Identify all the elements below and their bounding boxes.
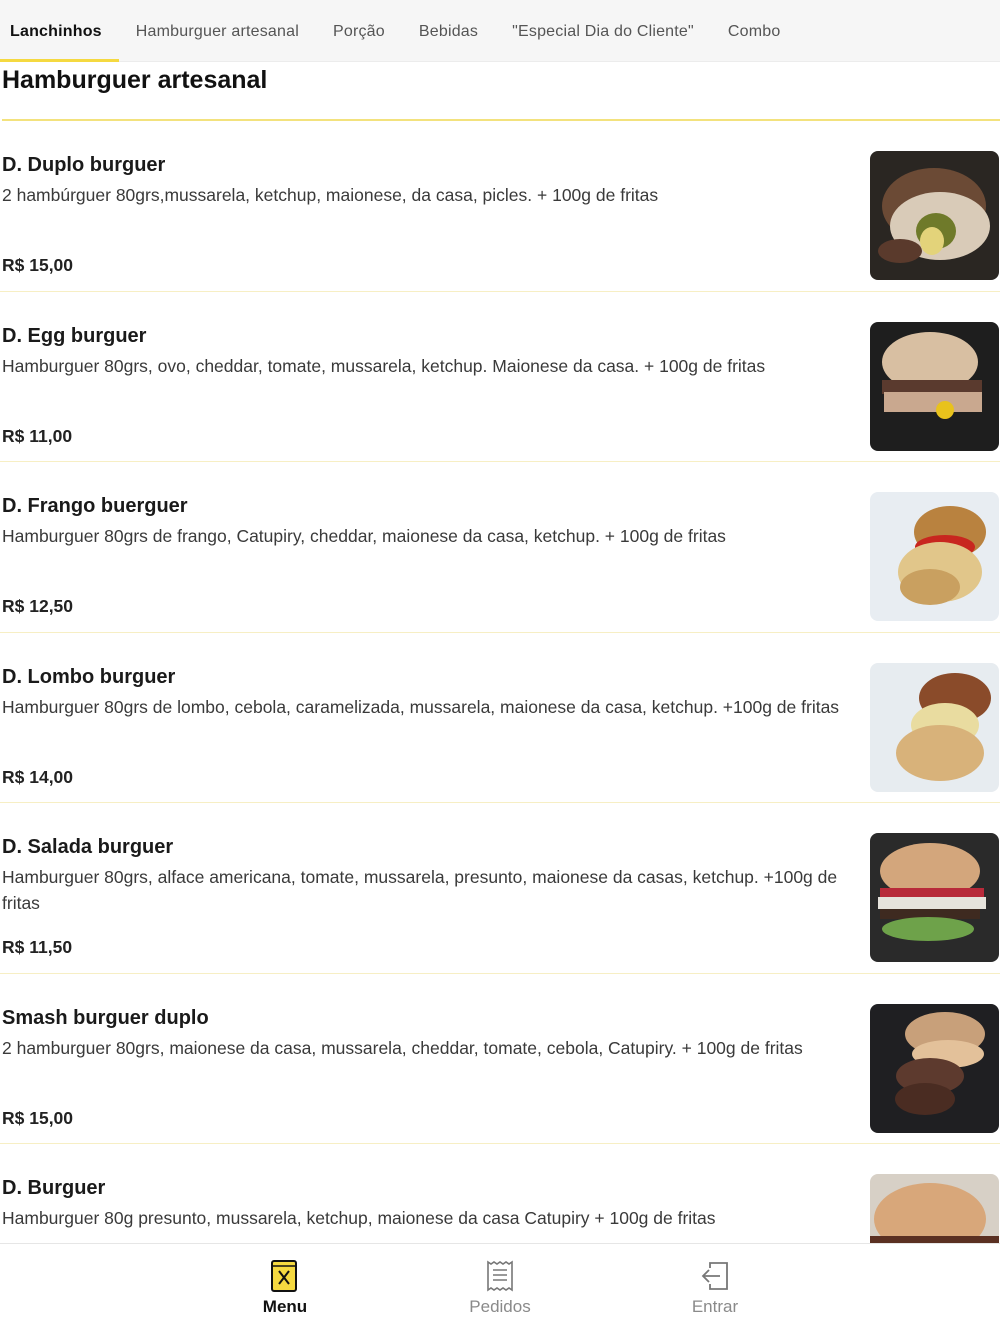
category-tabs: Lanchinhos Hamburguer artesanal Porção B… bbox=[0, 0, 1000, 62]
product-photo[interactable] bbox=[870, 151, 999, 280]
product-item[interactable]: Smash burguer duplo 2 hamburguer 80grs, … bbox=[0, 974, 1000, 1144]
receipt-icon bbox=[487, 1260, 513, 1292]
product-description: Hamburguer 80grs, ovo, cheddar, tomate, … bbox=[2, 355, 766, 376]
product-item[interactable]: D. Lombo burguer Hamburguer 80grs de lom… bbox=[0, 633, 1000, 803]
product-price: R$ 11,00 bbox=[2, 425, 73, 446]
tab-porcao[interactable]: Porção bbox=[316, 0, 402, 62]
product-name: Smash burguer duplo bbox=[2, 1006, 209, 1029]
product-name: D. Burguer bbox=[2, 1177, 106, 1199]
product-description: 2 hamburguer 80grs, maionese da casa, mu… bbox=[2, 1037, 803, 1058]
nav-entrar-label: Entrar bbox=[691, 1297, 739, 1316]
product-price: R$ 15,00 bbox=[2, 1107, 74, 1128]
tab-lanchinhos[interactable]: Lanchinhos bbox=[0, 0, 119, 62]
tab-combo[interactable]: Combo bbox=[711, 0, 798, 62]
product-price: R$ 15,00 bbox=[2, 255, 74, 275]
nav-entrar[interactable]: Entrar bbox=[635, 1244, 795, 1335]
product-name: D. Salada burguer bbox=[2, 836, 174, 858]
product-description: Hamburguer 80grs, alface americana, toma… bbox=[2, 867, 838, 913]
product-price: R$ 14,00 bbox=[2, 766, 74, 787]
tab-hamburguer-artesanal[interactable]: Hamburguer artesanal bbox=[119, 0, 316, 62]
product-list: D. Duplo burguer 2 hambúrguer 80grs,muss… bbox=[0, 121, 1000, 1243]
product-item[interactable]: D. Salada burguer Hamburguer 80grs, alfa… bbox=[0, 803, 1000, 974]
product-photo[interactable] bbox=[870, 1174, 999, 1243]
product-name: D. Duplo burguer bbox=[2, 154, 166, 176]
tab-bebidas[interactable]: Bebidas bbox=[402, 0, 495, 62]
product-photo[interactable] bbox=[870, 321, 999, 451]
product-price: R$ 11,50 bbox=[2, 937, 73, 957]
product-photo[interactable] bbox=[870, 662, 999, 792]
product-description: Hamburguer 80g presunto, mussarela, ketc… bbox=[2, 1208, 716, 1228]
product-description: Hamburguer 80grs de lombo, cebola, caram… bbox=[2, 696, 840, 717]
product-photo[interactable] bbox=[870, 833, 999, 962]
product-item[interactable]: D. Duplo burguer 2 hambúrguer 80grs,muss… bbox=[0, 121, 1000, 292]
product-photo[interactable] bbox=[870, 492, 999, 621]
bottom-nav: Menu Pedidos Entrar bbox=[0, 1243, 1000, 1334]
nav-pedidos[interactable]: Pedidos bbox=[420, 1244, 580, 1335]
product-name: D. Egg burguer bbox=[2, 324, 147, 347]
nav-menu-label: Menu bbox=[262, 1297, 308, 1316]
nav-pedidos-label: Pedidos bbox=[469, 1297, 531, 1316]
login-icon bbox=[701, 1262, 728, 1290]
nav-menu[interactable]: Menu bbox=[205, 1244, 365, 1335]
product-price: R$ 12,50 bbox=[2, 596, 74, 616]
product-item[interactable]: D. Frango buerguer Hamburguer 80grs de f… bbox=[0, 462, 1000, 633]
menu-book-icon bbox=[271, 1260, 297, 1292]
product-item[interactable]: D. Burguer Hamburguer 80g presunto, muss… bbox=[0, 1144, 1000, 1243]
product-name: D. Frango buerguer bbox=[2, 495, 188, 517]
product-name: D. Lombo burguer bbox=[2, 665, 176, 688]
section-title: Hamburguer artesanal bbox=[2, 66, 268, 94]
tab-especial-dia-do-cliente[interactable]: "Especial Dia do Cliente" bbox=[495, 0, 711, 62]
product-description: 2 hambúrguer 80grs,mussarela, ketchup, m… bbox=[2, 185, 659, 205]
product-photo[interactable] bbox=[870, 1003, 999, 1133]
product-description: Hamburguer 80grs de frango, Catupiry, ch… bbox=[2, 526, 726, 546]
product-item[interactable]: D. Egg burguer Hamburguer 80grs, ovo, ch… bbox=[0, 292, 1000, 462]
